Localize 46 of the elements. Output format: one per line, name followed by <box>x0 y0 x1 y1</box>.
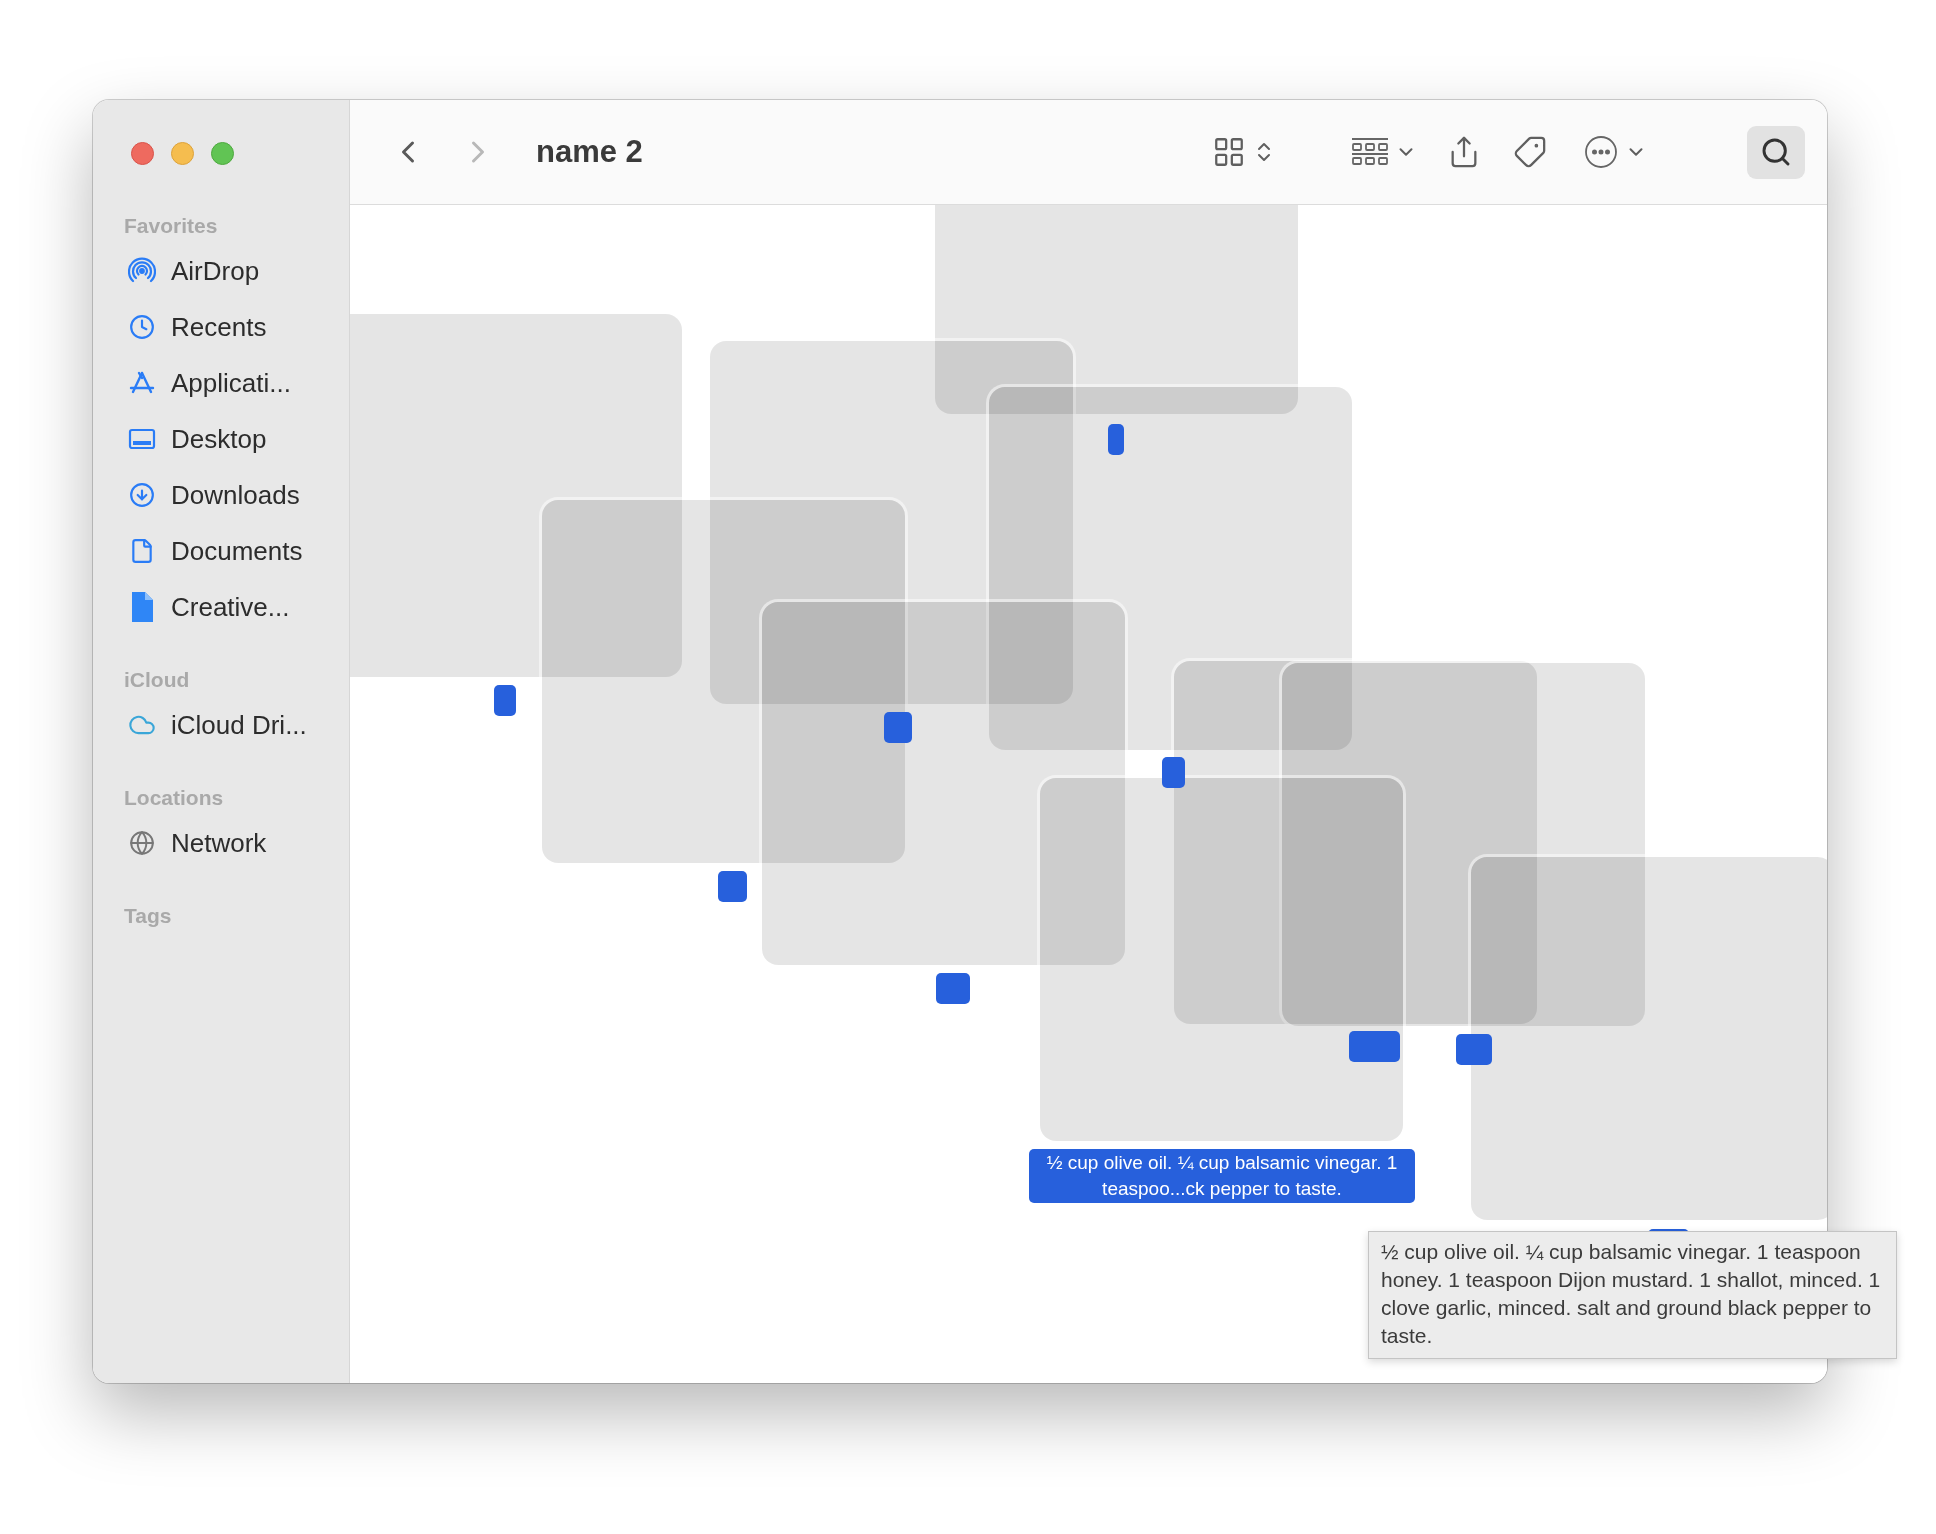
globe-icon <box>129 830 155 856</box>
sidebar-header: Favorites <box>123 213 219 239</box>
sidebar-header: Locations <box>123 785 225 811</box>
file-thumbnail[interactable] <box>542 500 905 863</box>
more-icon <box>1583 134 1619 170</box>
document-icon <box>129 538 155 564</box>
tag-icon <box>1513 135 1547 169</box>
search-icon <box>1760 136 1792 168</box>
close-button[interactable] <box>131 142 154 165</box>
tooltip: ½ cup olive oil. ¼ cup balsamic vinegar. 1 teaspoon honey. 1 teaspoon Dijon mustard. 1 shallot, minced. 1 clove garlic, minced. salt and ground black pepper to taste. <box>1368 1231 1897 1359</box>
sidebar-item[interactable]: Recents <box>93 299 349 355</box>
file-thumbnail[interactable] <box>1282 663 1645 1026</box>
sidebar-header: Tags <box>123 903 173 929</box>
grid-icon <box>1212 135 1246 169</box>
sidebar-item[interactable]: Network <box>93 815 349 871</box>
sidebar-item[interactable]: iCloud Dri... <box>93 697 349 753</box>
file-thumbnail[interactable] <box>989 387 1352 750</box>
airdrop-icon <box>128 257 156 285</box>
sidebar-item[interactable]: Creative... <box>93 579 349 635</box>
document-icon <box>130 591 154 623</box>
file-thumbnail[interactable] <box>1040 778 1403 1141</box>
file-name-label[interactable] <box>494 685 516 716</box>
window-title: name 2 <box>536 134 643 170</box>
file-thumbnail[interactable] <box>762 602 1125 965</box>
file-name-label[interactable] <box>1162 757 1185 788</box>
group-icon <box>1351 137 1389 167</box>
file-name-label[interactable] <box>1108 424 1124 455</box>
sidebar-item[interactable]: Downloads <box>93 467 349 523</box>
sidebar-item[interactable]: AirDrop <box>93 243 349 299</box>
zoom-button[interactable] <box>211 142 234 165</box>
clock-icon <box>129 314 155 340</box>
download-icon <box>129 482 155 508</box>
file-name-label[interactable] <box>936 973 970 1004</box>
sidebar-item[interactable]: Documents <box>93 523 349 579</box>
file-name-label[interactable] <box>1456 1034 1492 1065</box>
sidebar-header: iCloud <box>123 667 191 693</box>
search-button[interactable] <box>1747 125 1805 179</box>
file-name-label[interactable] <box>718 871 747 902</box>
desktop-icon <box>128 427 156 451</box>
file-thumbnail[interactable] <box>350 314 682 677</box>
sidebar-item[interactable]: Applicati... <box>93 355 349 411</box>
file-name-label[interactable]: ½ cup olive oil. ¼ cup balsamic vinegar. 1 teaspoo...ck pepper to taste. <box>1029 1149 1415 1203</box>
file-name-label[interactable] <box>884 712 912 743</box>
minimize-button[interactable] <box>171 142 194 165</box>
sidebar-item[interactable]: Desktop <box>93 411 349 467</box>
file-thumbnail[interactable] <box>1471 857 1827 1220</box>
